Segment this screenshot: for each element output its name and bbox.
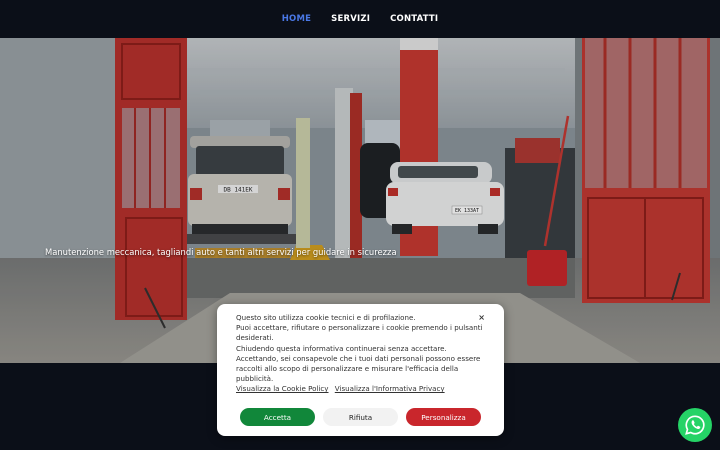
reject-button[interactable]: Rifiuta: [323, 408, 398, 426]
whatsapp-button[interactable]: [678, 408, 712, 442]
nav-home-link[interactable]: HOME: [282, 14, 311, 24]
cookie-text-line: Puoi accettare, rifiutare o personalizza…: [236, 323, 483, 343]
cookie-consent-dialog: × Questo sito utilizza cookie tecnici e …: [217, 304, 504, 436]
main-navbar: HOME SERVIZI CONTATTI: [0, 0, 720, 38]
cookie-text-line: Accettando, sei consapevole che i tuoi d…: [236, 353, 481, 384]
customize-button[interactable]: Personalizza: [406, 408, 481, 426]
nav-servizi-link[interactable]: SERVIZI: [331, 14, 370, 24]
cookie-text-line: Chiudendo questa informativa continuerai…: [236, 343, 447, 353]
privacy-policy-link[interactable]: Visualizza l'Informativa Privacy: [335, 384, 445, 393]
cookie-policy-link[interactable]: Visualizza la Cookie Policy: [236, 384, 329, 393]
accept-button[interactable]: Accetta: [240, 408, 315, 426]
close-icon[interactable]: ×: [478, 313, 485, 322]
cookie-links: Visualizza la Cookie Policy Visualizza l…: [236, 384, 486, 394]
hero-tagline: Manutenzione meccanica, tagliandi auto e…: [45, 247, 397, 257]
cookie-text: Questo sito utilizza cookie tecnici e di…: [236, 313, 486, 384]
whatsapp-icon: [685, 415, 705, 435]
nav-contatti-link[interactable]: CONTATTI: [390, 14, 438, 24]
cookie-buttons: Accetta Rifiuta Personalizza: [240, 408, 481, 426]
cookie-text-line: Questo sito utilizza cookie tecnici e di…: [236, 313, 416, 322]
